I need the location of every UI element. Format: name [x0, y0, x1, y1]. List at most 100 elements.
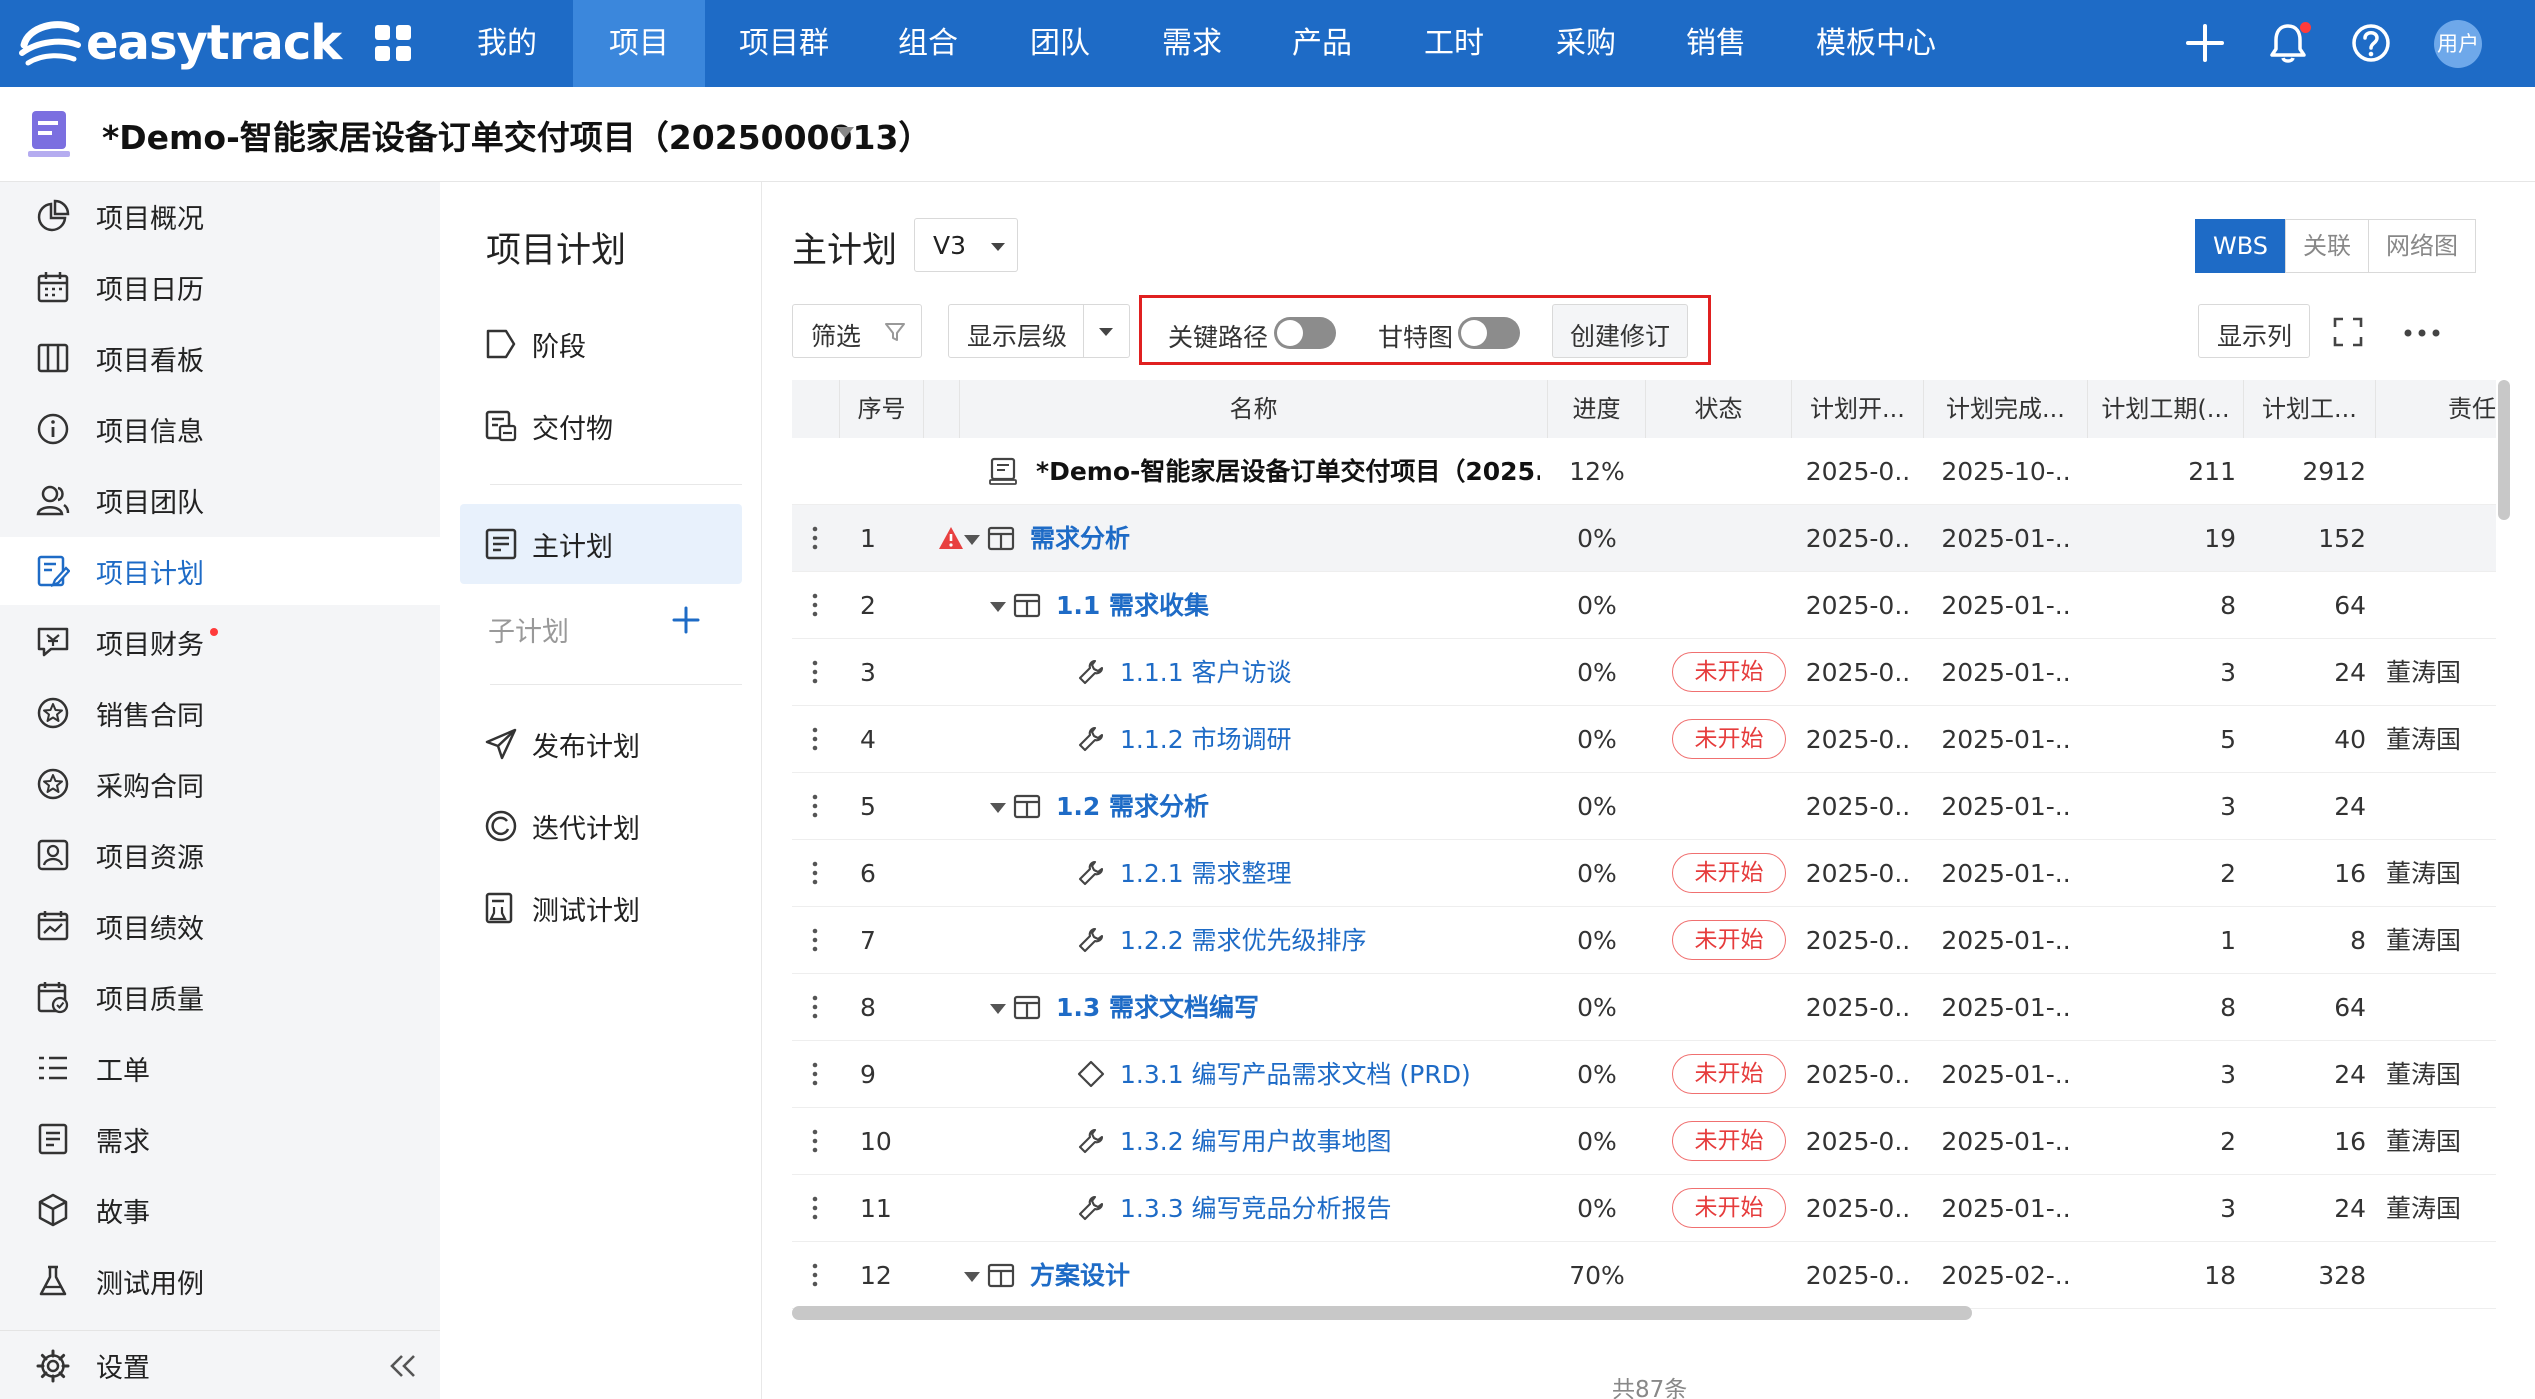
- drag-handle-icon[interactable]: [812, 525, 818, 551]
- drag-handle-icon[interactable]: [812, 1061, 818, 1087]
- column-header-progress[interactable]: 进度: [1548, 380, 1646, 438]
- subnav-master-plan[interactable]: 主计划: [460, 504, 742, 584]
- filter-button[interactable]: 筛选: [792, 304, 922, 358]
- expand-caret-icon[interactable]: [964, 1272, 980, 1282]
- help-icon[interactable]: [2348, 20, 2394, 66]
- row-name-link[interactable]: 1.2.2 需求优先级排序: [1120, 907, 1542, 974]
- drag-handle-icon[interactable]: [812, 1195, 818, 1221]
- vertical-scrollbar[interactable]: [2498, 380, 2510, 520]
- subnav-iteration-plan[interactable]: 迭代计划: [460, 786, 742, 866]
- drag-handle-icon[interactable]: [812, 726, 818, 752]
- sidebar-item-workorder[interactable]: 工单: [0, 1034, 440, 1102]
- table-row[interactable]: 6 1.2.1 需求整理 0% 未开始 2025-0.. 2025-01-.. 2 16 董涛国: [792, 840, 2496, 907]
- add-subplan-plus-icon[interactable]: [670, 604, 702, 636]
- table-row[interactable]: 11 1.3.3 编写竞品分析报告 0% 未开始 2025-0.. 2025-01-.. 3…: [792, 1175, 2496, 1242]
- create-revision-button[interactable]: 创建修订: [1552, 304, 1688, 358]
- drag-handle-icon[interactable]: [812, 1128, 818, 1154]
- column-header-name[interactable]: 名称: [960, 380, 1548, 438]
- row-name-link[interactable]: 1.3.1 编写产品需求文档 (PRD): [1120, 1041, 1542, 1108]
- project-switch-chevron-icon[interactable]: [836, 127, 854, 138]
- drag-handle-icon[interactable]: [812, 994, 818, 1020]
- sidebar-item-demand[interactable]: 需求: [0, 1105, 440, 1173]
- sidebar-item-resources[interactable]: 项目资源: [0, 821, 440, 889]
- subnav-stage[interactable]: 阶段: [460, 304, 742, 384]
- drag-handle-icon[interactable]: [812, 927, 818, 953]
- sidebar-item-story[interactable]: 故事: [0, 1176, 440, 1244]
- horizontal-scrollbar[interactable]: [792, 1306, 1972, 1320]
- table-row[interactable]: 7 1.2.2 需求优先级排序 0% 未开始 2025-0.. 2025-01-.. 1 8 董…: [792, 907, 2496, 974]
- sidebar-item-calendar[interactable]: 项目日历: [0, 253, 440, 321]
- row-name-link[interactable]: 1.1.2 市场调研: [1120, 706, 1542, 773]
- critical-path-toggle[interactable]: [1274, 317, 1336, 349]
- nav-product[interactable]: 产品: [1270, 0, 1374, 87]
- drag-handle-icon[interactable]: [812, 659, 818, 685]
- expand-caret-icon[interactable]: [990, 1004, 1006, 1014]
- table-row[interactable]: 5 1.2 需求分析 0% 2025-0.. 2025-01-.. 3 24: [792, 773, 2496, 840]
- row-name-link[interactable]: 1.1 需求收集: [1056, 572, 1542, 639]
- show-columns-button[interactable]: 显示列: [2198, 304, 2310, 358]
- sidebar-item-team[interactable]: 项目团队: [0, 466, 440, 534]
- apps-grid-icon[interactable]: [372, 22, 414, 64]
- row-name-link[interactable]: 方案设计: [1030, 1242, 1542, 1309]
- expand-caret-icon[interactable]: [990, 803, 1006, 813]
- row-name-link[interactable]: 需求分析: [1030, 505, 1542, 572]
- sidebar-item-finance[interactable]: 项目财务: [0, 608, 440, 676]
- nav-portfolio[interactable]: 组合: [876, 0, 980, 87]
- display-level-select[interactable]: 显示层级: [948, 304, 1130, 358]
- expand-caret-icon[interactable]: [990, 602, 1006, 612]
- column-header-plan-end[interactable]: 计划完成...: [1924, 380, 2088, 438]
- column-header-plan-work[interactable]: 计划工...: [2244, 380, 2376, 438]
- project-title[interactable]: *Demo-智能家居设备订单交付项目（2025000013）: [102, 111, 931, 159]
- version-select[interactable]: V3: [914, 218, 1018, 272]
- nav-sales[interactable]: 销售: [1664, 0, 1768, 87]
- nav-program[interactable]: 项目群: [722, 0, 846, 87]
- nav-demand[interactable]: 需求: [1140, 0, 1244, 87]
- gantt-toggle[interactable]: [1458, 317, 1520, 349]
- nav-template-center[interactable]: 模板中心: [1808, 0, 1944, 87]
- sidebar-item-purchase-contract[interactable]: 采购合同: [0, 750, 440, 818]
- table-row[interactable]: 2 1.1 需求收集 0% 2025-0.. 2025-01-.. 8 64: [792, 572, 2496, 639]
- row-name-link[interactable]: 1.1.1 客户访谈: [1120, 639, 1542, 706]
- collapse-sidebar-icon[interactable]: [388, 1353, 418, 1379]
- user-avatar[interactable]: 用户: [2434, 20, 2482, 68]
- drag-handle-icon[interactable]: [812, 860, 818, 886]
- table-row[interactable]: 10 1.3.2 编写用户故事地图 0% 未开始 2025-0.. 2025-01-.. 2…: [792, 1108, 2496, 1175]
- subnav-release-plan[interactable]: 发布计划: [460, 704, 742, 784]
- table-row[interactable]: 4 1.1.2 市场调研 0% 未开始 2025-0.. 2025-01-.. 5 40 董涛国: [792, 706, 2496, 773]
- table-row-root[interactable]: *Demo-智能家居设备订单交付项目（2025... 12% 2025-0.. …: [792, 438, 2496, 505]
- nav-project[interactable]: 项目: [573, 0, 705, 87]
- row-name-link[interactable]: 1.3.2 编写用户故事地图: [1120, 1108, 1542, 1175]
- table-row[interactable]: 3 1.1.1 客户访谈 0% 未开始 2025-0.. 2025-01-.. 3 24 董涛国: [792, 639, 2496, 706]
- sidebar-item-performance[interactable]: 项目绩效: [0, 892, 440, 960]
- table-row[interactable]: 8 1.3 需求文档编写 0% 2025-0.. 2025-01-.. 8 64: [792, 974, 2496, 1041]
- sidebar-item-info[interactable]: 项目信息: [0, 395, 440, 463]
- sidebar-item-quality[interactable]: 项目质量: [0, 963, 440, 1031]
- drag-handle-icon[interactable]: [812, 793, 818, 819]
- sidebar-item-testcase[interactable]: 测试用例: [0, 1247, 440, 1315]
- row-name-link[interactable]: 1.2.1 需求整理: [1120, 840, 1542, 907]
- fullscreen-icon[interactable]: [2332, 316, 2364, 348]
- nav-team[interactable]: 团队: [1008, 0, 1112, 87]
- tab-network[interactable]: 网络图: [2368, 219, 2477, 273]
- column-header-seq[interactable]: 序号: [840, 380, 924, 438]
- row-name-link[interactable]: 1.3 需求文档编写: [1056, 974, 1542, 1041]
- column-header-plan-start[interactable]: 计划开...: [1792, 380, 1924, 438]
- drag-handle-icon[interactable]: [812, 1262, 818, 1288]
- expand-caret-icon[interactable]: [964, 535, 980, 545]
- brand-logo[interactable]: easytrack: [18, 8, 342, 78]
- tab-wbs[interactable]: WBS: [2195, 219, 2287, 273]
- subnav-test-plan[interactable]: 测试计划: [460, 868, 742, 948]
- nav-timesheet[interactable]: 工时: [1402, 0, 1506, 87]
- nav-purchase[interactable]: 采购: [1534, 0, 1638, 87]
- subnav-deliverable[interactable]: 交付物: [460, 386, 742, 466]
- sidebar-item-plan[interactable]: 项目计划: [0, 537, 440, 605]
- sidebar-item-kanban[interactable]: 项目看板: [0, 324, 440, 392]
- column-header-status[interactable]: 状态: [1646, 380, 1792, 438]
- tab-relation[interactable]: 关联: [2285, 219, 2370, 273]
- nav-mine[interactable]: 我的: [455, 0, 559, 87]
- row-name-link[interactable]: 1.2 需求分析: [1056, 773, 1542, 840]
- drag-handle-icon[interactable]: [812, 592, 818, 618]
- table-row[interactable]: 1 需求分析 0% 2025-0.. 2025-01-.. 19 152: [792, 505, 2496, 572]
- sidebar-item-settings[interactable]: 设置: [0, 1331, 440, 1399]
- column-header-plan-duration[interactable]: 计划工期(...: [2088, 380, 2244, 438]
